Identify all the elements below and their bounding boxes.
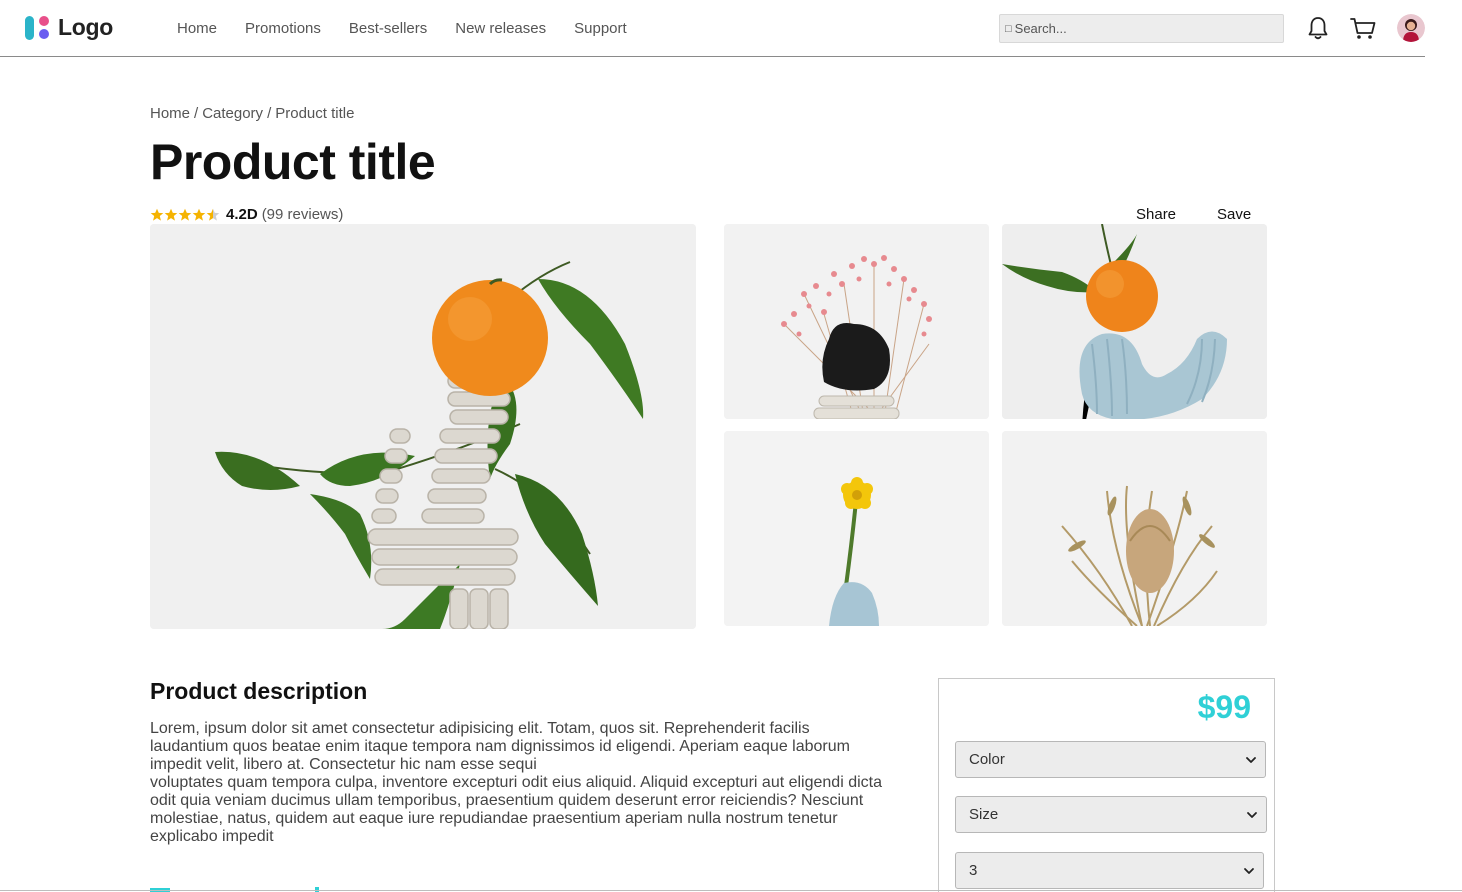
description-paragraph: voluptates quam tempora culpa, inventore…: [150, 774, 882, 845]
star-icon: [192, 208, 206, 221]
logo-text: Logo: [58, 14, 113, 40]
cart-icon[interactable]: [1349, 14, 1377, 42]
nav-best-sellers[interactable]: Best-sellers: [349, 20, 427, 37]
logo[interactable]: Logo: [25, 14, 113, 41]
star-icon: [150, 208, 164, 221]
quantity-select-value: 3: [969, 862, 978, 879]
review-count[interactable]: (99 reviews): [262, 206, 344, 223]
share-button[interactable]: Share: [1136, 206, 1176, 223]
nav-support[interactable]: Support: [574, 20, 627, 37]
rating: 4.2D (99 reviews): [150, 206, 343, 223]
color-select[interactable]: Color: [955, 741, 1266, 778]
viewport-edge: [0, 890, 1462, 891]
size-select[interactable]: Size: [955, 796, 1267, 833]
save-button[interactable]: Save: [1217, 206, 1251, 223]
purchase-card: $99 Color Size 3: [938, 678, 1275, 892]
description-paragraph: Lorem, ipsum dolor sit amet consectetur …: [150, 720, 850, 773]
search-input[interactable]: [1014, 21, 1265, 36]
star-icon: [178, 208, 192, 221]
size-select-value: Size: [969, 806, 999, 823]
main-nav: Home Promotions Best-sellers New release…: [177, 20, 655, 37]
avatar[interactable]: [1397, 14, 1425, 42]
breadcrumb-separator: /: [267, 105, 272, 122]
breadcrumb-separator: /: [194, 105, 199, 122]
breadcrumb-home[interactable]: Home: [150, 105, 190, 122]
price: $99: [1197, 689, 1251, 725]
rating-value: 4.2D: [226, 206, 258, 223]
page-title: Product title: [150, 134, 436, 190]
quantity-select[interactable]: 3: [955, 852, 1264, 889]
site-header: Logo Home Promotions Best-sellers New re…: [0, 0, 1425, 57]
search-box[interactable]: □: [999, 14, 1284, 43]
breadcrumb-current: Product title: [275, 105, 355, 122]
breadcrumb: Home / Category / Product title: [150, 105, 354, 122]
chevron-down-icon: [1244, 867, 1254, 874]
description-heading: Product description: [150, 678, 368, 704]
color-select-value: Color: [969, 751, 1005, 768]
product-main-image[interactable]: [150, 224, 696, 629]
breadcrumb-category[interactable]: Category: [202, 105, 263, 122]
nav-new-releases[interactable]: New releases: [455, 20, 546, 37]
chevron-down-icon: [1247, 811, 1257, 818]
bell-icon[interactable]: [1304, 14, 1332, 42]
logo-icon: [25, 15, 49, 40]
nav-promotions[interactable]: Promotions: [245, 20, 321, 37]
star-rating: [150, 208, 220, 222]
product-thumbnail[interactable]: [1002, 224, 1267, 419]
nav-home[interactable]: Home: [177, 20, 217, 37]
product-thumbnail[interactable]: [1002, 431, 1267, 626]
product-thumbnail[interactable]: [724, 224, 989, 419]
product-description: Lorem, ipsum dolor sit amet consectetur …: [150, 720, 890, 846]
search-icon: □: [1005, 22, 1012, 35]
star-icon: [164, 208, 178, 221]
product-thumbnail[interactable]: [724, 431, 989, 626]
half-star-icon: [206, 208, 220, 221]
chevron-down-icon: [1246, 756, 1256, 763]
